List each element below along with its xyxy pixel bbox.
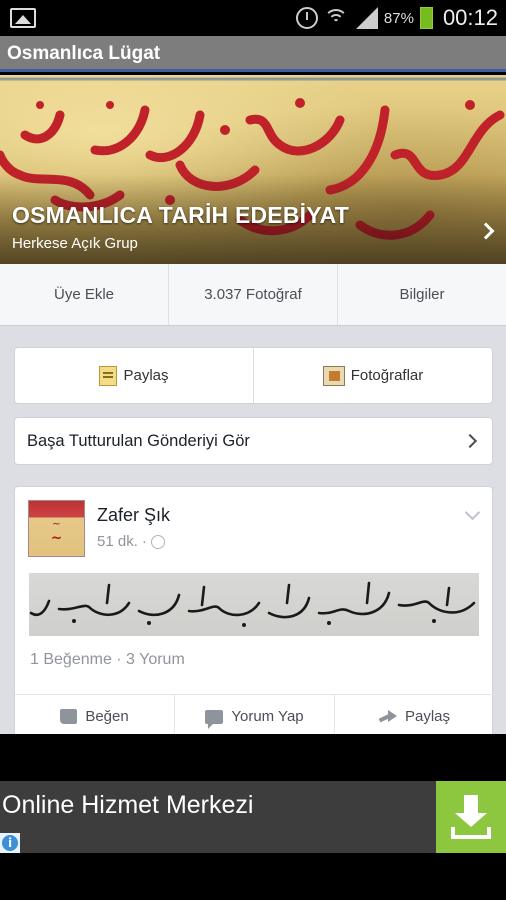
wifi-icon — [323, 7, 348, 29]
ad-info-glyph: i — [2, 835, 18, 851]
avatar-art-2: ~ — [50, 530, 63, 546]
feed-area: Üye Ekle 3.037 Fotoğraf Bilgiler Paylaş … — [0, 264, 506, 734]
share-button[interactable]: Paylaş — [334, 695, 494, 734]
meta-separator: · — [141, 533, 147, 550]
pinned-post-label: Başa Tutturulan Gönderiyi Gör — [27, 431, 250, 450]
share-label: Paylaş — [404, 708, 451, 725]
avatar-art-1: ~ — [51, 517, 62, 530]
globe-icon — [150, 534, 165, 549]
ad-info-icon[interactable]: i — [0, 833, 20, 853]
post-reactions-count[interactable]: 1 Beğenme · 3 Yorum — [30, 651, 185, 669]
post-meta: 51 dk. · — [97, 533, 165, 550]
thumbs-up-icon — [60, 709, 78, 724]
ad-title[interactable]: Online Hizmet Merkezi — [2, 791, 253, 820]
download-icon — [455, 795, 487, 827]
photos-button[interactable]: Fotoğraflar — [253, 348, 492, 403]
tab-photos-count[interactable]: 3.037 Fotoğraf — [169, 264, 338, 325]
comment-icon — [205, 709, 224, 729]
share-post-label: Paylaş — [123, 367, 169, 384]
comment-label: Yorum Yap — [231, 708, 304, 725]
gallery-icon — [10, 8, 36, 28]
tab-add-member[interactable]: Üye Ekle — [0, 264, 169, 325]
pinned-post-link[interactable]: Başa Tutturulan Gönderiyi Gör — [14, 417, 493, 465]
note-icon — [99, 365, 118, 386]
like-button[interactable]: Beğen — [15, 695, 174, 734]
app-bar: Osmanlıca Lügat — [0, 36, 506, 72]
group-tabs: Üye Ekle 3.037 Fotoğraf Bilgiler — [0, 264, 506, 326]
group-privacy: Herkese Açık Grup — [12, 235, 138, 252]
tab-info[interactable]: Bilgiler — [338, 264, 506, 325]
group-actions: Paylaş Fotoğraflar — [14, 347, 493, 404]
chevron-right-icon — [462, 433, 478, 449]
battery-icon — [419, 7, 433, 29]
ad-banner[interactable]: Online Hizmet Merkezi i — [0, 781, 506, 853]
post-card: ~ ~ Zafer Şık 51 dk. · 1 Beğenme · 3 Yor… — [14, 486, 494, 734]
share-post-button[interactable]: Paylaş — [15, 348, 253, 403]
chevron-down-icon[interactable] — [464, 504, 481, 521]
ad-download-button[interactable] — [436, 781, 506, 853]
share-icon — [379, 709, 397, 724]
signal-icon — [354, 7, 378, 29]
like-label: Beğen — [85, 708, 129, 725]
app-title: Osmanlıca Lügat — [7, 43, 161, 64]
post-time[interactable]: 51 dk. — [97, 533, 138, 550]
battery-percent: 87% — [383, 9, 414, 27]
post-actions: Beğen Yorum Yap Paylaş — [15, 694, 494, 734]
photo-icon — [322, 365, 345, 386]
post-image[interactable] — [29, 573, 479, 636]
screen: 87% 00:12 Osmanlıca Lügat OSMANLICA TARİ… — [0, 0, 506, 900]
handwriting-image — [29, 581, 476, 627]
status-bar: 87% 00:12 — [0, 0, 506, 36]
post-author[interactable]: Zafer Şık — [97, 505, 170, 526]
group-name: OSMANLICA TARİH EDEBİYAT — [12, 202, 350, 228]
avatar[interactable]: ~ ~ — [28, 500, 85, 557]
alarm-icon — [295, 7, 318, 29]
download-tray-icon — [451, 827, 491, 839]
photos-label: Fotoğraflar — [350, 367, 424, 384]
status-icons: 87% 00:12 — [295, 0, 498, 36]
comment-button[interactable]: Yorum Yap — [174, 695, 334, 734]
group-cover[interactable]: OSMANLICA TARİH EDEBİYAT Herkese Açık Gr… — [0, 75, 506, 264]
clock: 00:12 — [442, 5, 498, 30]
